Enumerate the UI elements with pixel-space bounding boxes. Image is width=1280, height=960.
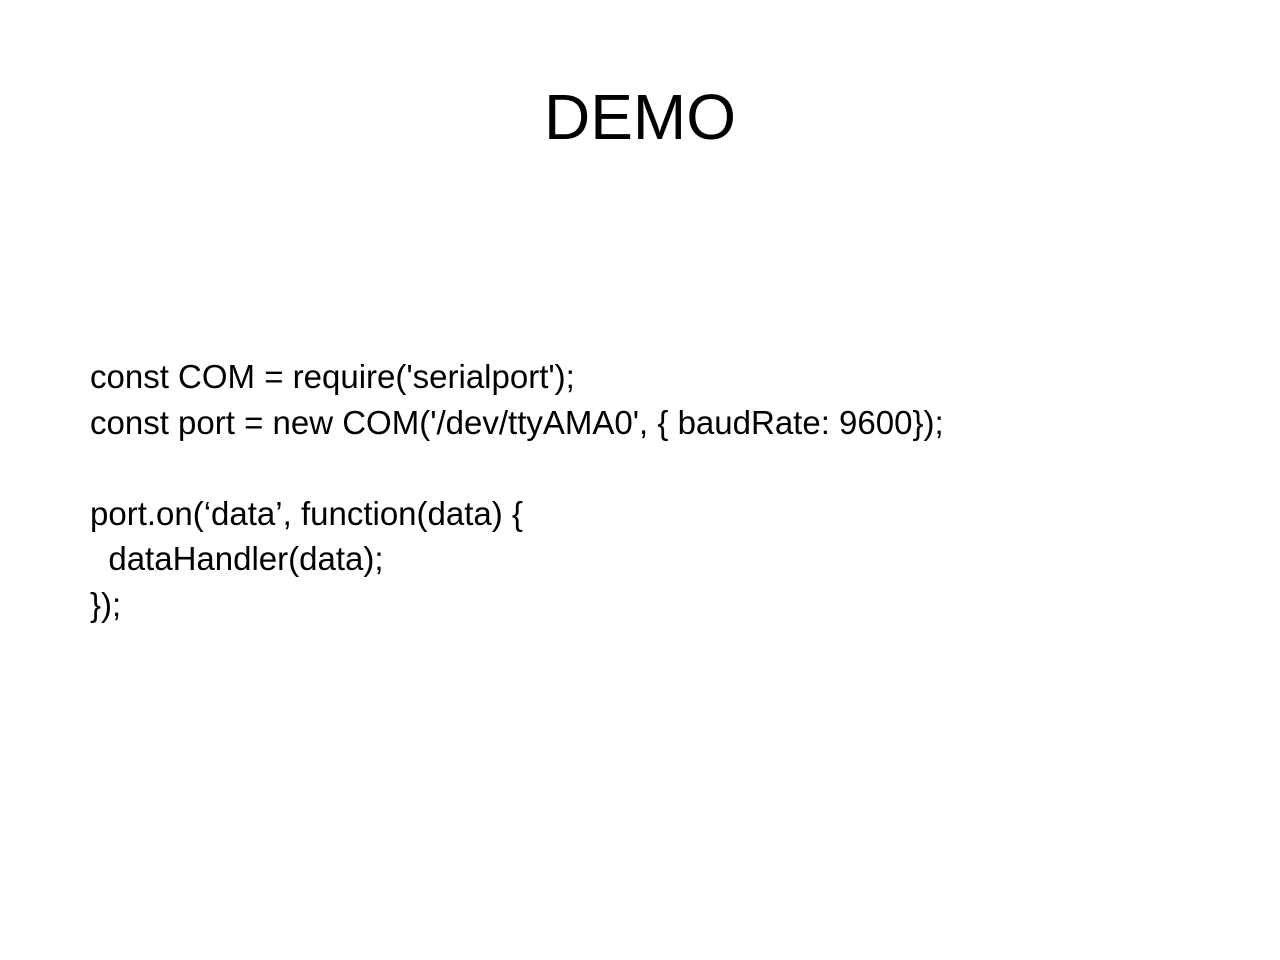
slide-container: DEMO const COM = require('serialport'); … bbox=[0, 0, 1280, 960]
slide-title: DEMO bbox=[90, 80, 1190, 154]
code-snippet: const COM = require('serialport'); const… bbox=[90, 354, 1190, 627]
